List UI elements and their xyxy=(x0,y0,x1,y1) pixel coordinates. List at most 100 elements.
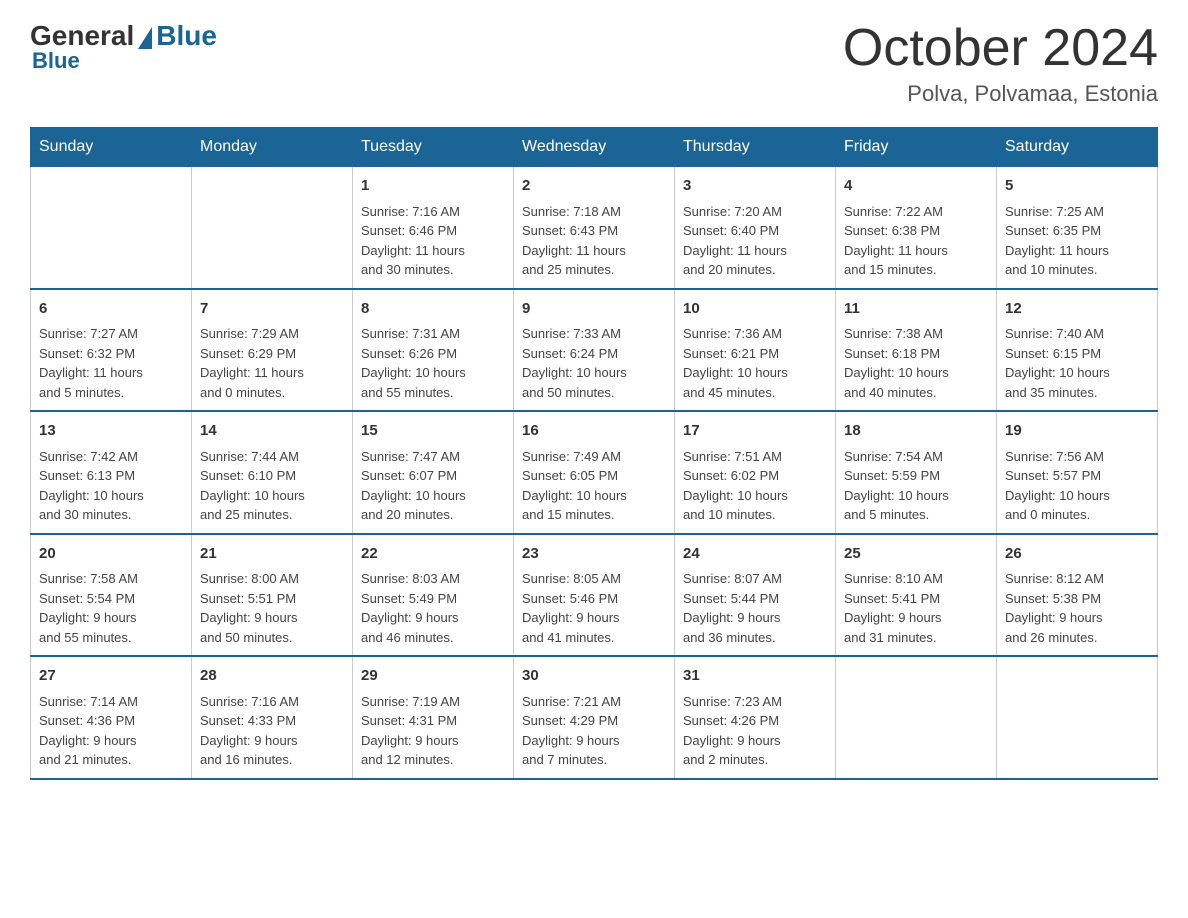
calendar-cell: 4 Sunrise: 7:22 AM Sunset: 6:38 PM Daylig… xyxy=(836,167,997,289)
header-cell-tuesday: Tuesday xyxy=(353,128,514,167)
calendar-cell: 31 Sunrise: 7:23 AM Sunset: 4:26 PM Dayli… xyxy=(675,656,836,779)
day-number: 26 xyxy=(1005,543,1149,566)
day-info: Sunrise: 7:49 AM Sunset: 6:05 PM Dayligh… xyxy=(522,447,666,525)
day-info: Sunrise: 7:16 AM Sunset: 6:46 PM Dayligh… xyxy=(361,202,505,280)
day-number: 4 xyxy=(844,175,988,198)
logo-blue-text-top: Blue xyxy=(156,20,217,52)
day-number: 6 xyxy=(39,298,183,321)
header-cell-sunday: Sunday xyxy=(31,128,192,167)
day-info: Sunrise: 7:16 AM Sunset: 4:33 PM Dayligh… xyxy=(200,692,344,770)
title-section: October 2024 Polva, Polvamaa, Estonia xyxy=(843,20,1158,107)
calendar-cell xyxy=(31,167,192,289)
day-number: 12 xyxy=(1005,298,1149,321)
day-number: 1 xyxy=(361,175,505,198)
day-number: 27 xyxy=(39,665,183,688)
day-number: 5 xyxy=(1005,175,1149,198)
page-header: General Blue Blue October 2024 Polva, Po… xyxy=(30,20,1158,107)
day-info: Sunrise: 7:25 AM Sunset: 6:35 PM Dayligh… xyxy=(1005,202,1149,280)
calendar-cell: 19 Sunrise: 7:56 AM Sunset: 5:57 PM Dayli… xyxy=(997,411,1158,534)
day-info: Sunrise: 7:54 AM Sunset: 5:59 PM Dayligh… xyxy=(844,447,988,525)
day-info: Sunrise: 7:40 AM Sunset: 6:15 PM Dayligh… xyxy=(1005,324,1149,402)
day-info: Sunrise: 7:21 AM Sunset: 4:29 PM Dayligh… xyxy=(522,692,666,770)
calendar-header: SundayMondayTuesdayWednesdayThursdayFrid… xyxy=(31,128,1158,167)
day-number: 25 xyxy=(844,543,988,566)
day-info: Sunrise: 8:05 AM Sunset: 5:46 PM Dayligh… xyxy=(522,569,666,647)
calendar-cell: 17 Sunrise: 7:51 AM Sunset: 6:02 PM Dayli… xyxy=(675,411,836,534)
day-number: 17 xyxy=(683,420,827,443)
day-info: Sunrise: 8:10 AM Sunset: 5:41 PM Dayligh… xyxy=(844,569,988,647)
header-cell-friday: Friday xyxy=(836,128,997,167)
day-info: Sunrise: 7:29 AM Sunset: 6:29 PM Dayligh… xyxy=(200,324,344,402)
calendar-cell: 8 Sunrise: 7:31 AM Sunset: 6:26 PM Daylig… xyxy=(353,289,514,412)
day-info: Sunrise: 7:22 AM Sunset: 6:38 PM Dayligh… xyxy=(844,202,988,280)
header-row: SundayMondayTuesdayWednesdayThursdayFrid… xyxy=(31,128,1158,167)
header-cell-monday: Monday xyxy=(192,128,353,167)
day-info: Sunrise: 8:12 AM Sunset: 5:38 PM Dayligh… xyxy=(1005,569,1149,647)
day-info: Sunrise: 7:18 AM Sunset: 6:43 PM Dayligh… xyxy=(522,202,666,280)
day-info: Sunrise: 7:23 AM Sunset: 4:26 PM Dayligh… xyxy=(683,692,827,770)
day-number: 15 xyxy=(361,420,505,443)
calendar-cell: 30 Sunrise: 7:21 AM Sunset: 4:29 PM Dayli… xyxy=(514,656,675,779)
logo-blue-text-bottom: Blue xyxy=(32,48,80,74)
calendar-cell: 22Sunrise: 8:03 AM Sunset: 5:49 PM Dayli… xyxy=(353,534,514,657)
calendar-cell: 25 Sunrise: 8:10 AM Sunset: 5:41 PM Dayli… xyxy=(836,534,997,657)
calendar-cell: 6 Sunrise: 7:27 AM Sunset: 6:32 PM Daylig… xyxy=(31,289,192,412)
logo-triangle-icon xyxy=(138,27,152,49)
day-info: Sunrise: 7:19 AM Sunset: 4:31 PM Dayligh… xyxy=(361,692,505,770)
calendar-cell: 9Sunrise: 7:33 AM Sunset: 6:24 PM Daylig… xyxy=(514,289,675,412)
day-info: Sunrise: 8:07 AM Sunset: 5:44 PM Dayligh… xyxy=(683,569,827,647)
day-number: 8 xyxy=(361,298,505,321)
day-number: 20 xyxy=(39,543,183,566)
day-number: 11 xyxy=(844,298,988,321)
header-cell-saturday: Saturday xyxy=(997,128,1158,167)
calendar-cell: 11 Sunrise: 7:38 AM Sunset: 6:18 PM Dayli… xyxy=(836,289,997,412)
day-number: 24 xyxy=(683,543,827,566)
day-number: 30 xyxy=(522,665,666,688)
day-info: Sunrise: 7:36 AM Sunset: 6:21 PM Dayligh… xyxy=(683,324,827,402)
day-number: 23 xyxy=(522,543,666,566)
day-info: Sunrise: 7:58 AM Sunset: 5:54 PM Dayligh… xyxy=(39,569,183,647)
calendar-cell xyxy=(192,167,353,289)
day-info: Sunrise: 7:27 AM Sunset: 6:32 PM Dayligh… xyxy=(39,324,183,402)
day-number: 31 xyxy=(683,665,827,688)
calendar-cell: 13Sunrise: 7:42 AM Sunset: 6:13 PM Dayli… xyxy=(31,411,192,534)
calendar-cell: 18Sunrise: 7:54 AM Sunset: 5:59 PM Dayli… xyxy=(836,411,997,534)
calendar-cell xyxy=(836,656,997,779)
calendar-cell: 2 Sunrise: 7:18 AM Sunset: 6:43 PM Daylig… xyxy=(514,167,675,289)
calendar-cell: 26 Sunrise: 8:12 AM Sunset: 5:38 PM Dayli… xyxy=(997,534,1158,657)
day-info: Sunrise: 7:51 AM Sunset: 6:02 PM Dayligh… xyxy=(683,447,827,525)
calendar-cell: 16Sunrise: 7:49 AM Sunset: 6:05 PM Dayli… xyxy=(514,411,675,534)
day-number: 10 xyxy=(683,298,827,321)
day-number: 21 xyxy=(200,543,344,566)
day-number: 22 xyxy=(361,543,505,566)
day-number: 14 xyxy=(200,420,344,443)
day-info: Sunrise: 7:56 AM Sunset: 5:57 PM Dayligh… xyxy=(1005,447,1149,525)
week-row-2: 6 Sunrise: 7:27 AM Sunset: 6:32 PM Daylig… xyxy=(31,289,1158,412)
header-cell-thursday: Thursday xyxy=(675,128,836,167)
week-row-5: 27Sunrise: 7:14 AM Sunset: 4:36 PM Dayli… xyxy=(31,656,1158,779)
day-number: 9 xyxy=(522,298,666,321)
calendar-cell: 10 Sunrise: 7:36 AM Sunset: 6:21 PM Dayli… xyxy=(675,289,836,412)
logo: General Blue Blue xyxy=(30,20,217,74)
day-info: Sunrise: 8:00 AM Sunset: 5:51 PM Dayligh… xyxy=(200,569,344,647)
day-number: 29 xyxy=(361,665,505,688)
calendar-cell: 28 Sunrise: 7:16 AM Sunset: 4:33 PM Dayli… xyxy=(192,656,353,779)
day-number: 13 xyxy=(39,420,183,443)
calendar-cell: 29 Sunrise: 7:19 AM Sunset: 4:31 PM Dayli… xyxy=(353,656,514,779)
calendar-cell: 7 Sunrise: 7:29 AM Sunset: 6:29 PM Daylig… xyxy=(192,289,353,412)
day-number: 7 xyxy=(200,298,344,321)
header-cell-wednesday: Wednesday xyxy=(514,128,675,167)
day-info: Sunrise: 7:44 AM Sunset: 6:10 PM Dayligh… xyxy=(200,447,344,525)
calendar-body: 1 Sunrise: 7:16 AM Sunset: 6:46 PM Daylig… xyxy=(31,167,1158,779)
calendar-cell: 14 Sunrise: 7:44 AM Sunset: 6:10 PM Dayli… xyxy=(192,411,353,534)
day-number: 2 xyxy=(522,175,666,198)
day-info: Sunrise: 7:31 AM Sunset: 6:26 PM Dayligh… xyxy=(361,324,505,402)
day-number: 19 xyxy=(1005,420,1149,443)
day-number: 28 xyxy=(200,665,344,688)
day-number: 3 xyxy=(683,175,827,198)
calendar-cell: 12 Sunrise: 7:40 AM Sunset: 6:15 PM Dayli… xyxy=(997,289,1158,412)
day-info: Sunrise: 7:38 AM Sunset: 6:18 PM Dayligh… xyxy=(844,324,988,402)
calendar-cell: 20 Sunrise: 7:58 AM Sunset: 5:54 PM Dayli… xyxy=(31,534,192,657)
calendar-cell: 5 Sunrise: 7:25 AM Sunset: 6:35 PM Daylig… xyxy=(997,167,1158,289)
day-info: Sunrise: 7:47 AM Sunset: 6:07 PM Dayligh… xyxy=(361,447,505,525)
